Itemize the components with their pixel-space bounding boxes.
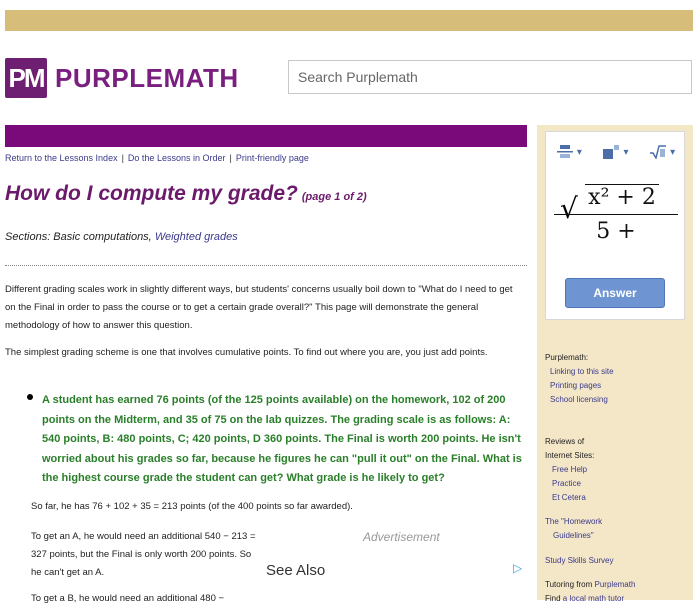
sidebar-reviews-heading: Reviews of xyxy=(545,437,585,446)
sidebar-item-practice[interactable]: Practice xyxy=(552,477,594,491)
radical-tool[interactable]: ▾ xyxy=(650,145,675,159)
example-problem: A student has earned 76 points (of the 1… xyxy=(42,394,522,484)
grade-a-paragraph: To get an A, he would need an additional… xyxy=(31,531,256,578)
sidebar-purplemath-block: Purplemath: Linking to this site Printin… xyxy=(545,351,614,407)
exponent-icon xyxy=(603,145,620,159)
sidebar-item-homework[interactable]: The "Homework xyxy=(545,515,602,529)
purple-banner xyxy=(5,125,527,147)
sidebar-item-linking[interactable]: Linking to this site xyxy=(550,365,614,379)
sidebar-study-block: Study Skills Survey xyxy=(545,554,613,568)
sidebar-tutoring-block: Tutoring from Purplemath Find a local ma… xyxy=(545,578,635,606)
top-bar xyxy=(5,10,693,31)
exponent-tool[interactable]: ▾ xyxy=(603,145,629,159)
sidebar-find-line: Find a local math tutor xyxy=(545,592,635,606)
page-indicator: (page 1 of 2) xyxy=(301,191,367,203)
sidebar-purplemath-heading: Purplemath: xyxy=(545,353,589,362)
see-also-heading: See Also xyxy=(266,562,326,579)
fraction-tool[interactable]: ▾ xyxy=(556,145,582,159)
intro-paragraph: Different grading scales work in slightl… xyxy=(5,284,513,331)
sidebar-item-printing[interactable]: Printing pages xyxy=(550,379,614,393)
tutoring-prefix: Tutoring from xyxy=(545,580,593,589)
lessons-in-order-link[interactable]: Do the Lessons in Order xyxy=(128,153,226,163)
chevron-down-icon: ▾ xyxy=(623,146,629,158)
square-root-icon xyxy=(650,145,667,159)
nav-separator: | xyxy=(121,153,124,163)
sections-line: Sections: Basic computations, Weighted g… xyxy=(5,231,238,243)
divider xyxy=(5,265,527,266)
logo-text: PURPLEMATH xyxy=(55,62,239,93)
site-logo[interactable]: PM PURPLEMATH xyxy=(5,58,239,98)
formula-denominator: 5 + xyxy=(596,219,636,244)
nav-separator: | xyxy=(229,153,232,163)
fraction-icon xyxy=(556,145,573,158)
weighted-grades-link[interactable]: Weighted grades xyxy=(155,231,238,243)
search-input[interactable] xyxy=(288,60,692,94)
advertisement-label: Advertisement xyxy=(363,530,440,544)
sidebar-hw-block: The "Homework Guidelines" xyxy=(545,515,602,543)
sidebar-reviews-heading-2: Internet Sites: xyxy=(545,451,595,460)
sidebar-item-et-cetera[interactable]: Et Cetera xyxy=(552,491,594,505)
chevron-down-icon: ▾ xyxy=(670,146,676,158)
sidebar-reviews-block: Reviews of Internet Sites: Free Help Pra… xyxy=(545,435,594,505)
widget-toolbar: ▾ ▾ ▾ xyxy=(546,132,686,172)
answer-button[interactable]: Answer xyxy=(565,278,665,308)
find-tutor-link[interactable]: a local math tutor xyxy=(563,594,624,603)
so-far-paragraph: So far, he has 76 + 102 + 35 = 213 point… xyxy=(31,501,353,512)
breadcrumb-nav: Return to the Lessons Index | Do the Lesso… xyxy=(5,153,309,163)
math-widget: ▾ ▾ ▾ √ x² + 2 5 + Answer xyxy=(545,131,685,320)
simplest-paragraph: The simplest grading scheme is one that … xyxy=(5,347,488,358)
page-title: How do I compute my grade? xyxy=(5,182,298,205)
sidebar-item-free-help[interactable]: Free Help xyxy=(552,463,594,477)
print-friendly-link[interactable]: Print-friendly page xyxy=(236,153,309,163)
sidebar-item-study-skills[interactable]: Study Skills Survey xyxy=(545,554,613,568)
tutoring-link[interactable]: Purplemath xyxy=(595,580,636,589)
logo-mark: PM xyxy=(5,58,47,98)
formula-numerator: x² + 2 xyxy=(585,184,659,210)
sidebar-item-guidelines[interactable]: Guidelines" xyxy=(553,529,602,543)
bullet-icon xyxy=(27,392,36,401)
find-prefix: Find xyxy=(545,594,561,603)
ad-choices-icon[interactable]: ▷ xyxy=(513,561,522,575)
chevron-down-icon: ▾ xyxy=(576,146,582,158)
sidebar-item-licensing[interactable]: School licensing xyxy=(550,393,614,407)
return-to-index-link[interactable]: Return to the Lessons Index xyxy=(5,153,118,163)
grade-b-paragraph: To get a B, he would need an additional … xyxy=(31,593,225,604)
fraction-bar xyxy=(554,214,678,215)
formula-display: x² + 2 5 + xyxy=(554,184,678,244)
page-title-block: How do I compute my grade? (page 1 of 2) xyxy=(5,182,367,206)
sections-prefix: Sections: Basic computations, xyxy=(5,231,152,243)
sidebar-tutoring-line: Tutoring from Purplemath xyxy=(545,578,635,592)
